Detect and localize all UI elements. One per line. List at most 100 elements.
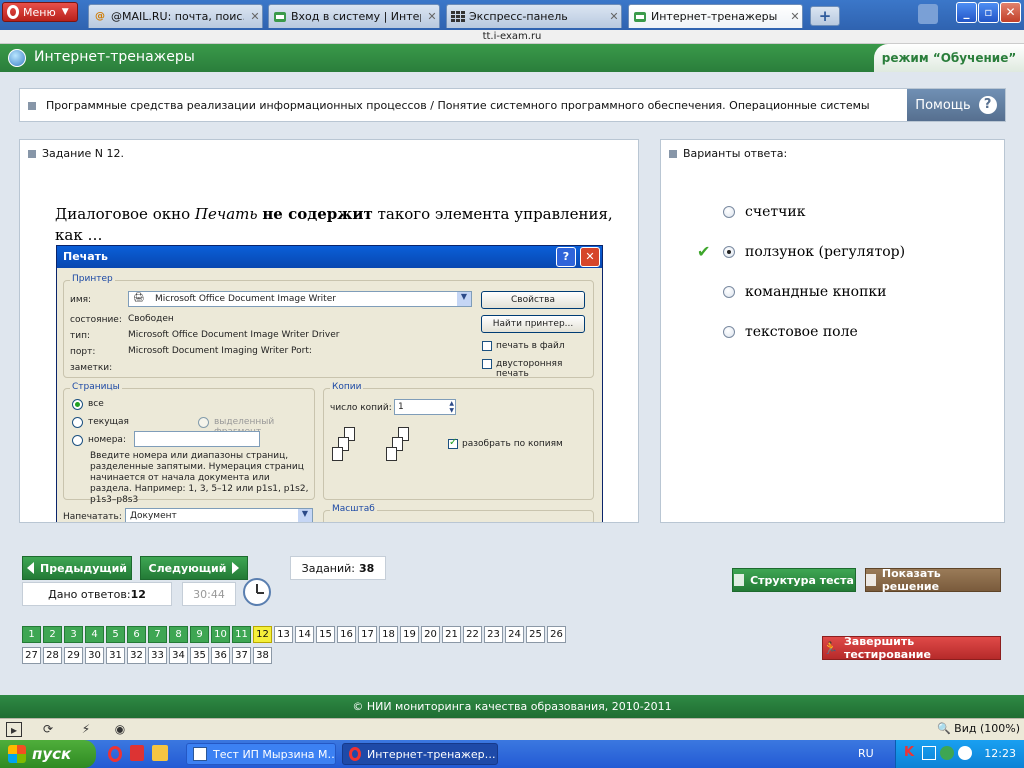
taskbar-item-browser[interactable]: Интернет-тренажер… xyxy=(342,743,498,765)
url-strip[interactable]: tt.i-exam.ru xyxy=(0,30,1024,44)
chevron-down-icon: ▼ xyxy=(298,509,312,522)
question-number-1[interactable]: 1 xyxy=(22,626,41,643)
unite-icon[interactable]: ◉ xyxy=(112,722,128,737)
question-number-13[interactable]: 13 xyxy=(274,626,293,643)
question-number-24[interactable]: 24 xyxy=(505,626,524,643)
answer-option[interactable]: счетчик xyxy=(723,204,805,220)
zoom-control[interactable]: 🔍 Вид (100%) xyxy=(937,722,1020,735)
show-solution-button[interactable]: Показать решение xyxy=(865,567,1001,593)
maximize-button[interactable]: ▫ xyxy=(978,2,999,23)
question-number-35[interactable]: 35 xyxy=(190,647,209,664)
browser-status-bar: ▸ ⟳ ⚡ ◉ 🔍 Вид (100%) xyxy=(0,718,1024,740)
trash-icon[interactable] xyxy=(918,4,938,24)
port-label: порт: xyxy=(70,347,96,357)
close-icon[interactable]: ✕ xyxy=(248,10,262,24)
language-indicator[interactable]: RU xyxy=(858,747,874,760)
running-man-icon: 🏃 xyxy=(823,641,838,655)
close-icon[interactable]: ✕ xyxy=(607,10,621,24)
help-button[interactable]: Помощь ? xyxy=(907,89,1005,121)
opera-quicklaunch-icon[interactable] xyxy=(108,746,122,762)
timer: 30:44 xyxy=(182,582,236,606)
question-number-27[interactable]: 27 xyxy=(22,647,41,664)
question-number-19[interactable]: 19 xyxy=(400,626,419,643)
question-number-3[interactable]: 3 xyxy=(64,626,83,643)
new-tab-button[interactable]: + xyxy=(810,6,840,26)
question-number-37[interactable]: 37 xyxy=(232,647,251,664)
question-circle-icon: ? xyxy=(978,96,997,114)
finish-test-label: Завершить тестирование xyxy=(843,635,931,661)
question-number-11[interactable]: 11 xyxy=(232,626,251,643)
type-value: Microsoft Office Document Image Writer D… xyxy=(128,330,340,340)
question-number-4[interactable]: 4 xyxy=(85,626,104,643)
question-number-31[interactable]: 31 xyxy=(106,647,125,664)
question-number-23[interactable]: 23 xyxy=(484,626,503,643)
question-panel: Задание N 12. Диалоговое окно Печать не … xyxy=(19,139,639,523)
question-number-10[interactable]: 10 xyxy=(211,626,230,643)
tab-speed-dial[interactable]: Экспресс-панель ✕ xyxy=(446,4,622,28)
network-icon[interactable] xyxy=(922,746,936,760)
question-number-29[interactable]: 29 xyxy=(64,647,83,664)
panel-toggle-icon[interactable]: ▸ xyxy=(6,722,22,737)
help-icon: ? xyxy=(556,247,576,267)
sync-icon[interactable]: ⟳ xyxy=(40,722,56,737)
question-number-30[interactable]: 30 xyxy=(85,647,104,664)
antivirus-icon[interactable]: K xyxy=(904,745,918,760)
tab-mail[interactable]: @ @MAIL.RU: почта, поис… ✕ xyxy=(88,4,263,28)
answer-radio[interactable] xyxy=(723,246,735,258)
question-number-17[interactable]: 17 xyxy=(358,626,377,643)
start-button[interactable]: пуск xyxy=(0,740,96,768)
question-number-36[interactable]: 36 xyxy=(211,647,230,664)
answer-option[interactable]: текстовое поле xyxy=(723,324,858,340)
type-label: тип: xyxy=(70,331,91,341)
answer-option[interactable]: командные кнопки xyxy=(723,284,887,300)
utility-icon[interactable] xyxy=(958,746,972,760)
app-quicklaunch-icon[interactable] xyxy=(130,745,144,761)
close-icon[interactable]: ✕ xyxy=(788,10,802,24)
question-number-22[interactable]: 22 xyxy=(463,626,482,643)
question-number-2[interactable]: 2 xyxy=(43,626,62,643)
question-number-28[interactable]: 28 xyxy=(43,647,62,664)
question-number-15[interactable]: 15 xyxy=(316,626,335,643)
clock-quicklaunch-icon[interactable] xyxy=(152,745,168,761)
check-mark-icon: ✔ xyxy=(697,242,711,261)
system-tray: K 12:23 xyxy=(895,740,1024,768)
question-number-14[interactable]: 14 xyxy=(295,626,314,643)
update-icon[interactable] xyxy=(940,746,954,760)
taskbar-item-test-doc[interactable]: Тест ИП Мырзина М… xyxy=(186,743,336,765)
finish-test-button[interactable]: 🏃 Завершить тестирование xyxy=(822,635,1001,661)
tab-login[interactable]: Вход в систему | Интер… ✕ xyxy=(268,4,440,28)
question-number-18[interactable]: 18 xyxy=(379,626,398,643)
minimize-button[interactable]: _ xyxy=(956,2,977,23)
question-number-6[interactable]: 6 xyxy=(127,626,146,643)
question-number-26[interactable]: 26 xyxy=(547,626,566,643)
close-icon[interactable]: ✕ xyxy=(425,10,439,24)
answer-radio[interactable] xyxy=(723,286,735,298)
question-number-12[interactable]: 12 xyxy=(253,626,272,643)
answer-radio[interactable] xyxy=(723,206,735,218)
previous-button[interactable]: Предыдущий xyxy=(22,556,132,580)
test-structure-button[interactable]: Структура теста xyxy=(732,568,856,592)
question-number-34[interactable]: 34 xyxy=(169,647,188,664)
opera-menu-button[interactable]: Меню ▼ xyxy=(2,2,78,22)
question-number-16[interactable]: 16 xyxy=(337,626,356,643)
question-number-33[interactable]: 33 xyxy=(148,647,167,664)
question-number-32[interactable]: 32 xyxy=(127,647,146,664)
opera-icon xyxy=(349,747,361,761)
answer-option[interactable]: ползунок (регулятор) xyxy=(723,244,905,260)
question-number-5[interactable]: 5 xyxy=(106,626,125,643)
windows-taskbar: пуск Тест ИП Мырзина М… Интернет-тренаже… xyxy=(0,740,1024,768)
question-number-9[interactable]: 9 xyxy=(190,626,209,643)
question-number-7[interactable]: 7 xyxy=(148,626,167,643)
question-number-25[interactable]: 25 xyxy=(526,626,545,643)
next-button[interactable]: Следующий xyxy=(140,556,248,580)
turbo-icon[interactable]: ⚡ xyxy=(78,722,94,737)
dialog-title: Печать ? ✕ xyxy=(57,246,602,268)
window-close-button[interactable]: ✕ xyxy=(1000,2,1021,23)
question-number-20[interactable]: 20 xyxy=(421,626,440,643)
answer-radio[interactable] xyxy=(723,326,735,338)
tab-trainers[interactable]: Интернет-тренажеры ✕ xyxy=(628,4,803,28)
question-number: Задание N 12. xyxy=(42,147,124,160)
question-number-8[interactable]: 8 xyxy=(169,626,188,643)
question-number-21[interactable]: 21 xyxy=(442,626,461,643)
question-number-38[interactable]: 38 xyxy=(253,647,272,664)
